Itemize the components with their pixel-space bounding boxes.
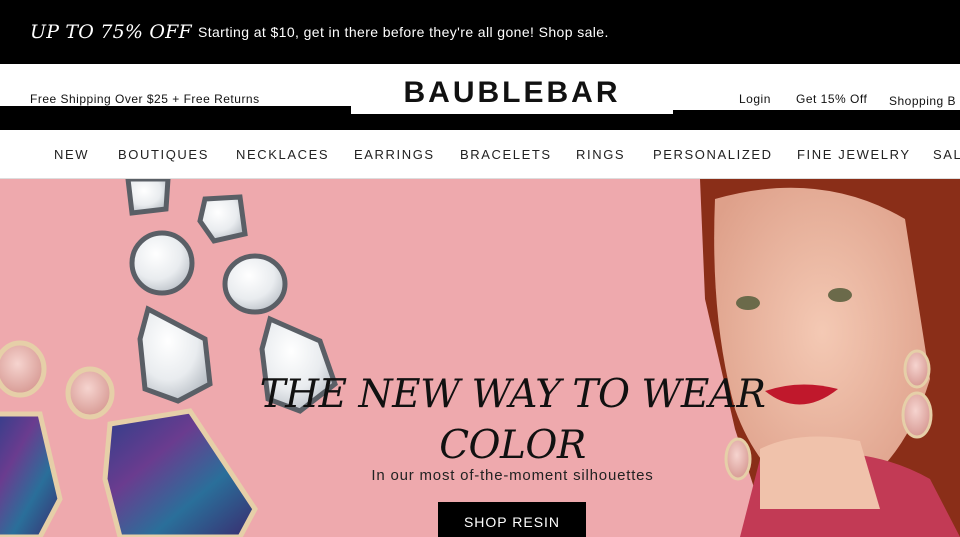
nav-item-boutiques[interactable]: BOUTIQUES — [118, 147, 209, 162]
hero-subtitle: In our most of-the-moment silhouettes — [371, 467, 654, 484]
hero-title-line2: COLOR — [439, 423, 586, 468]
header-divider-mid — [351, 114, 673, 130]
hero-title: THE NEW WAY TO WEAR COLOR — [240, 369, 785, 471]
nav-item-personalized[interactable]: PERSONALIZED — [653, 147, 773, 162]
free-shipping-message[interactable]: Free Shipping Over $25 + Free Returns — [30, 92, 260, 106]
site-header: Free Shipping Over $25 + Free Returns BA… — [0, 64, 960, 130]
resin-earring — [0, 340, 258, 537]
promo-banner[interactable]: UP TO 75% OFF Starting at $10, get in th… — [0, 0, 960, 64]
promo-text[interactable]: Starting at $10, get in there before the… — [198, 24, 609, 40]
nav-item-fine-jewelry[interactable]: FINE JEWELRY — [797, 147, 911, 162]
login-link[interactable]: Login — [739, 92, 771, 106]
header-divider-left — [0, 106, 351, 130]
main-navigation: NEW BOUTIQUES NECKLACES EARRINGS BRACELE… — [0, 130, 960, 179]
shopping-bag-link[interactable]: Shopping B — [889, 94, 956, 108]
nav-item-rings[interactable]: RINGS — [576, 147, 625, 162]
nav-item-new[interactable]: NEW — [54, 147, 89, 162]
nav-item-necklaces[interactable]: NECKLACES — [236, 147, 329, 162]
discount-offer-link[interactable]: Get 15% Off — [796, 92, 867, 106]
hero-banner[interactable]: THE NEW WAY TO WEAR COLOR In our most of… — [0, 179, 960, 537]
header-divider-right — [673, 110, 960, 130]
site-logo[interactable]: BAUBLEBAR — [351, 76, 673, 110]
shop-resin-button[interactable]: SHOP RESIN — [438, 502, 586, 537]
nav-item-bracelets[interactable]: BRACELETS — [460, 147, 552, 162]
nav-item-earrings[interactable]: EARRINGS — [354, 147, 435, 162]
nav-item-sale[interactable]: SAL — [933, 147, 960, 162]
hero-title-line1: THE NEW WAY TO WEAR — [259, 372, 766, 417]
promo-headline[interactable]: UP TO 75% OFF — [30, 21, 192, 43]
